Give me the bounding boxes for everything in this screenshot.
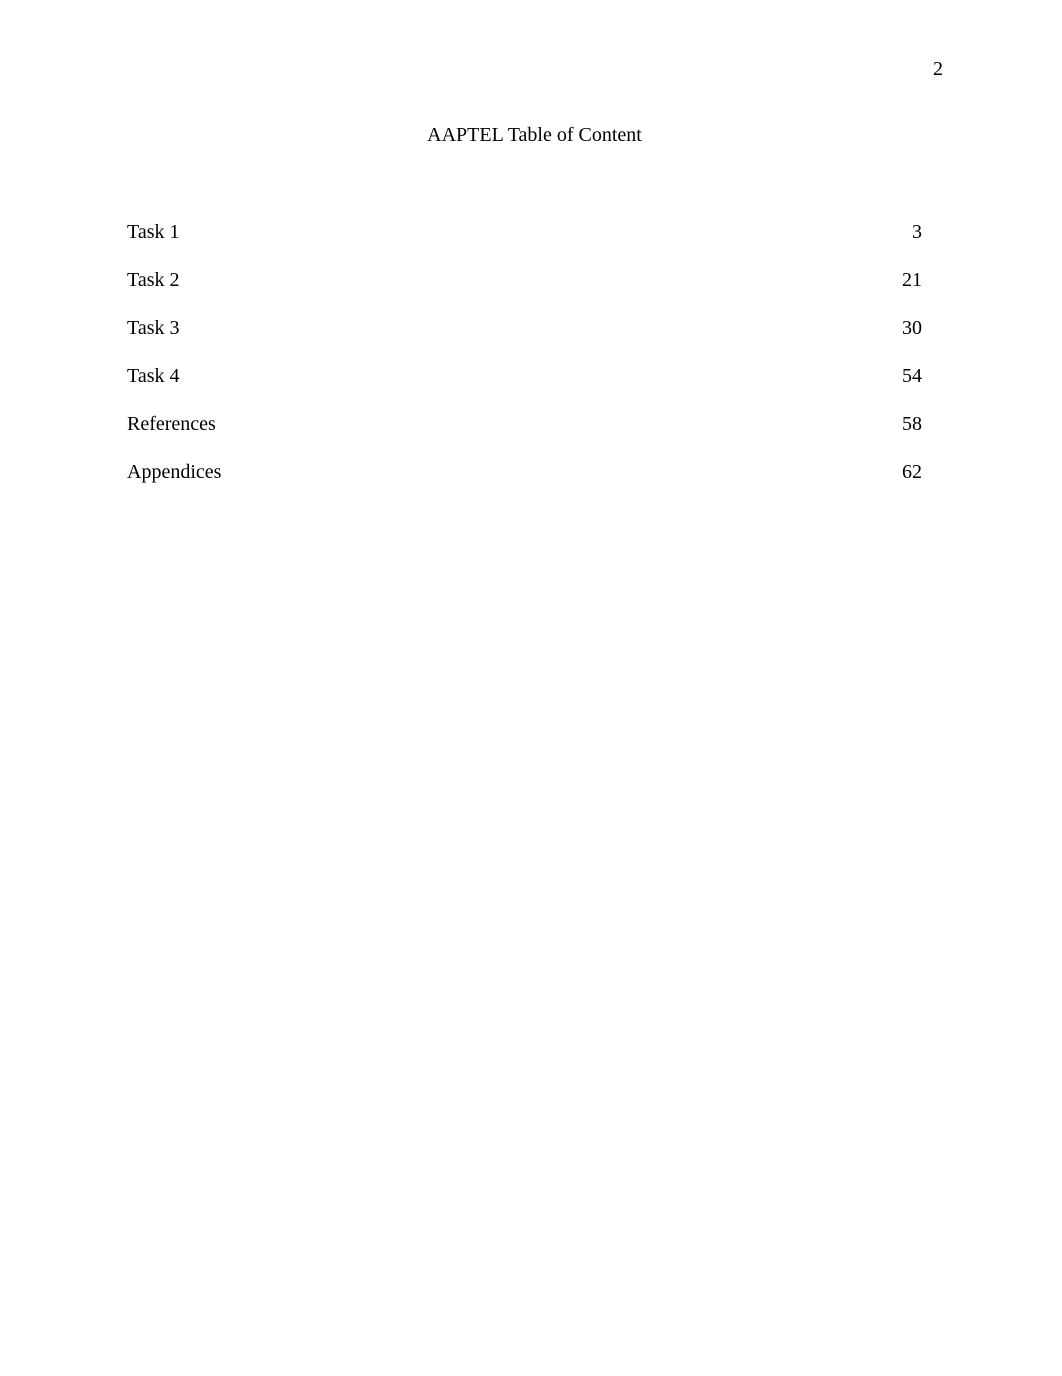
- toc-entry-page-number: 21: [902, 269, 922, 291]
- toc-entry-references[interactable]: References 58: [127, 411, 922, 459]
- page-number: 2: [933, 58, 943, 80]
- toc-entry-page-number: 58: [902, 413, 922, 435]
- toc-entry-page-number: 30: [902, 317, 922, 339]
- toc-entry-appendices[interactable]: Appendices 62: [127, 459, 922, 507]
- toc-entry-page-number: 62: [902, 461, 922, 483]
- table-of-contents: Task 1 3 Task 2 21 Task 3 30 Task 4 54 R…: [127, 219, 922, 507]
- document-page: 2 AAPTEL Table of Content Task 1 3 Task …: [0, 0, 1062, 1376]
- toc-entry-page-number: 54: [902, 365, 922, 387]
- toc-entry-task-4[interactable]: Task 4 54: [127, 363, 922, 411]
- toc-entry-task-1[interactable]: Task 1 3: [127, 219, 922, 267]
- page-title: AAPTEL Table of Content: [427, 124, 642, 146]
- toc-entry-task-3[interactable]: Task 3 30: [127, 315, 922, 363]
- toc-entry-label: Task 1: [127, 221, 180, 243]
- toc-entry-label: Task 2: [127, 269, 180, 291]
- toc-entry-label: Appendices: [127, 461, 222, 483]
- toc-entry-label: Task 4: [127, 365, 180, 387]
- toc-entry-page-number: 3: [912, 221, 922, 243]
- toc-entry-task-2[interactable]: Task 2 21: [127, 267, 922, 315]
- toc-entry-label: Task 3: [127, 317, 180, 339]
- toc-entry-label: References: [127, 413, 216, 435]
